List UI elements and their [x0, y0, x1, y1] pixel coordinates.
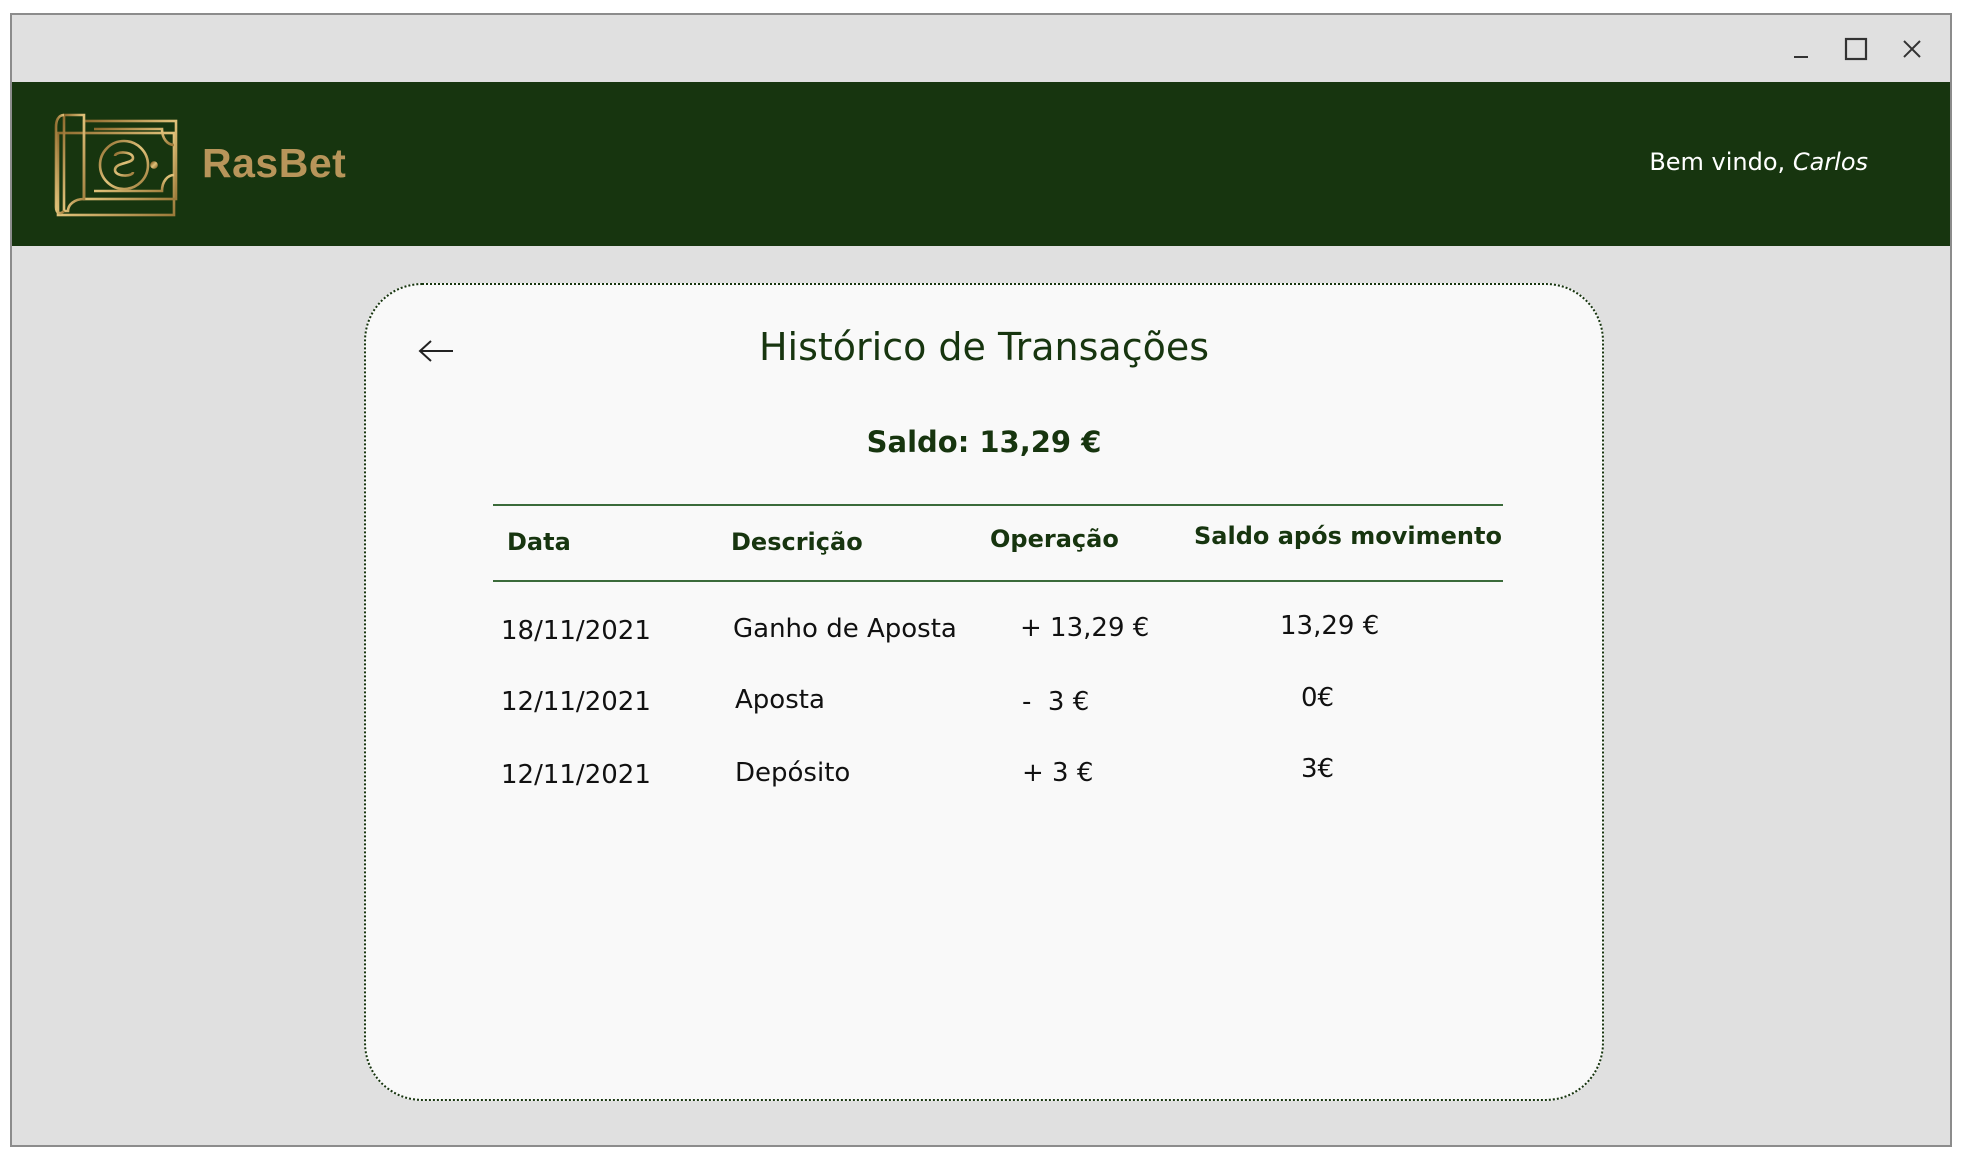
row-balance-after: 0€	[1301, 683, 1335, 713]
balance-label: Saldo: 13,29 €	[866, 425, 1102, 459]
column-header-date: Data	[507, 528, 571, 556]
row-date: 18/11/2021	[501, 616, 651, 646]
row-balance-after: 3€	[1301, 754, 1335, 784]
row-description: Ganho de Aposta	[733, 614, 957, 644]
row-description: Depósito	[735, 758, 851, 788]
app-window: RasBet Bem vindo, Carlos Histórico de Tr…	[10, 13, 1952, 1147]
row-date: 12/11/2021	[501, 760, 651, 790]
row-date: 12/11/2021	[501, 687, 651, 717]
table-header: Data Descrição Operação Saldo após movim…	[493, 504, 1503, 582]
close-icon[interactable]	[1894, 31, 1930, 67]
row-balance-after: 13,29 €	[1280, 611, 1380, 641]
minimize-icon[interactable]	[1783, 31, 1819, 67]
row-description: Aposta	[735, 685, 825, 715]
welcome-prefix: Bem vindo,	[1649, 148, 1793, 176]
row-operation: - 3 €	[1022, 687, 1090, 717]
page-title: Histórico de Transações	[758, 325, 1210, 369]
table-row: 12/11/2021 Depósito + 3 € 3€	[493, 724, 1503, 795]
column-header-description: Descrição	[731, 528, 863, 556]
table-row: 18/11/2021 Ganho de Aposta + 13,29 € 13,…	[493, 582, 1503, 653]
app-logo-text: RasBet	[202, 140, 347, 186]
app-header: RasBet Bem vindo, Carlos	[12, 82, 1950, 246]
row-operation: + 3 €	[1022, 758, 1094, 788]
money-bill-icon	[54, 107, 180, 226]
transactions-table: Data Descrição Operação Saldo após movim…	[493, 504, 1503, 795]
maximize-icon[interactable]	[1838, 31, 1874, 67]
transaction-history-card: Histórico de Transações Saldo: 13,29 € D…	[364, 283, 1604, 1101]
welcome-message: Bem vindo, Carlos	[1649, 148, 1868, 176]
title-bar	[12, 15, 1950, 82]
column-header-operation: Operação	[990, 525, 1119, 553]
user-name: Carlos	[1792, 148, 1868, 176]
row-operation: + 13,29 €	[1020, 613, 1150, 643]
column-header-balance-after: Saldo após movimento	[1194, 522, 1502, 550]
table-row: 12/11/2021 Aposta - 3 € 0€	[493, 653, 1503, 724]
